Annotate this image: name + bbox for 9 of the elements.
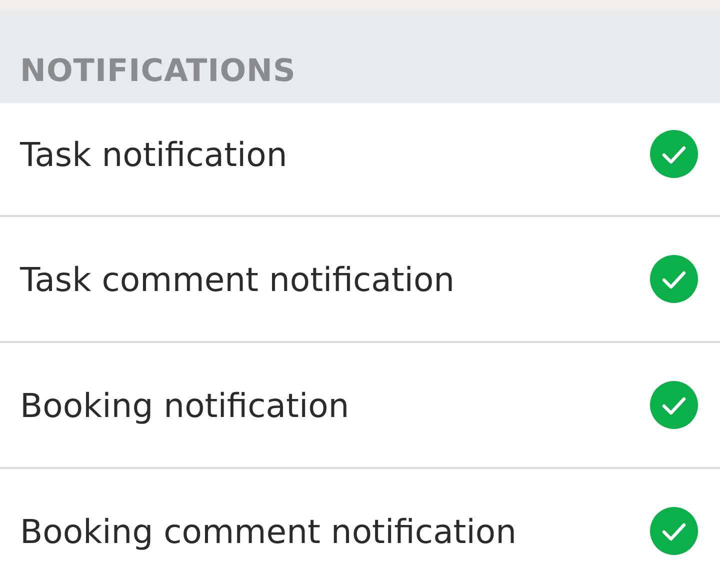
setting-label: Booking comment notification bbox=[20, 512, 516, 550]
setting-label: Booking notification bbox=[20, 386, 350, 424]
check-icon[interactable] bbox=[650, 381, 698, 429]
section-title: NOTIFICATIONS bbox=[20, 53, 296, 89]
check-icon[interactable] bbox=[650, 255, 698, 303]
check-icon[interactable] bbox=[650, 130, 698, 178]
check-icon[interactable] bbox=[650, 507, 698, 555]
setting-label: Task comment notification bbox=[20, 260, 455, 298]
setting-label: Task notification bbox=[20, 134, 288, 174]
